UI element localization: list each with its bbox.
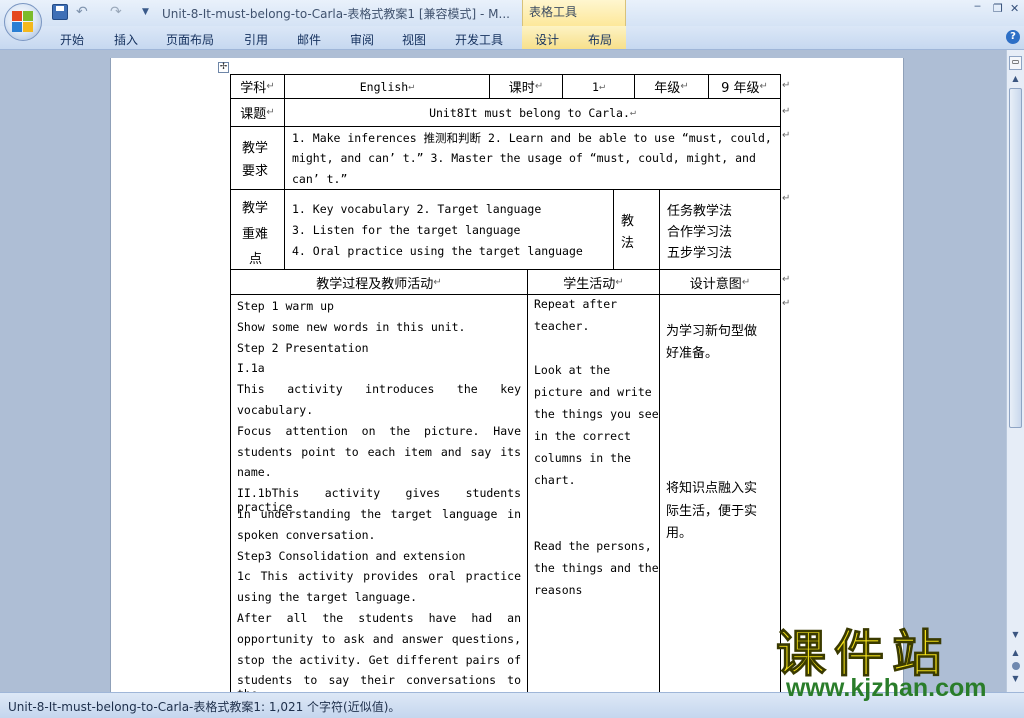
cell-line: reasons xyxy=(534,583,583,597)
cell-line: 将知识点融入实 xyxy=(666,481,758,496)
cell-line: Step 2 Presentation xyxy=(237,340,369,355)
office-button[interactable] xyxy=(4,3,42,41)
status-word-count[interactable]: Unit-8-It-must-belong-to-Carla-表格式教案1: 1… xyxy=(8,698,400,715)
row-end-mark: ↵ xyxy=(782,274,791,285)
cell-line: name. xyxy=(237,465,272,480)
cell-line: in the correct xyxy=(534,429,631,443)
tab-view[interactable]: 视图 xyxy=(402,31,426,48)
tab-table-layout[interactable]: 布局 xyxy=(574,26,626,49)
tab-page-layout[interactable]: 页面布局 xyxy=(166,31,214,48)
close-button[interactable]: ✕ xyxy=(1010,2,1019,15)
cell-line: Repeat after xyxy=(534,297,618,311)
keypoints-text[interactable]: 1. Key vocabulary 2. Target language 3. … xyxy=(284,189,614,270)
cell-line: I.1a xyxy=(237,361,265,376)
save-icon[interactable] xyxy=(52,4,68,20)
subject-label: 学科 ↵ xyxy=(230,74,285,99)
title-bar: ↶ ↷ ▼ Unit-8-It-must-belong-to-Carla-表格式… xyxy=(0,0,1024,26)
cell-line: Focus attention on the picture. Have xyxy=(237,423,521,438)
cell-line: vocabulary. xyxy=(237,403,314,417)
cell-line: This activity introduces the key xyxy=(237,382,521,397)
row-end-mark: ↵ xyxy=(782,130,791,141)
cell-line: columns in the xyxy=(534,451,631,465)
window-title: Unit-8-It-must-belong-to-Carla-表格式教案1 [兼… xyxy=(162,7,510,21)
cell-line: 好准备。 xyxy=(666,346,719,361)
row-end-mark: ↵ xyxy=(782,298,791,309)
keypoints-label: 教学 重难 点 xyxy=(230,189,285,270)
process-column[interactable]: Step 1 warm up Show some new words in thi… xyxy=(230,294,528,704)
grade-label: 年级 ↵ xyxy=(634,74,709,99)
header-process: 教学过程及教师活动 ↵ xyxy=(230,269,528,295)
table-tools-group-label: 表格工具 xyxy=(522,0,626,26)
restore-button[interactable]: ❐ xyxy=(993,2,1003,15)
cell-line: 1c This activity provides oral practice xyxy=(237,569,521,584)
method-list[interactable]: 任务教学法 合作学习法 五步学习法 xyxy=(659,189,781,270)
goals-text[interactable]: 1. Make inferences 推测和判断 2. Learn and be… xyxy=(284,126,781,190)
cell-line: chart. xyxy=(534,473,576,487)
watermark-url: www.kjzhan.com xyxy=(786,674,987,702)
cell-line: using the target language. xyxy=(237,590,418,605)
office-logo-icon xyxy=(12,11,34,33)
topic-value[interactable]: Unit8It must belong to Carla. ↵ xyxy=(284,98,781,127)
select-browse-object-icon[interactable] xyxy=(1012,662,1020,670)
header-design-intent: 设计意图 ↵ xyxy=(659,269,781,295)
cell-line: stop the activity. Get different pairs o… xyxy=(237,652,521,667)
row-end-mark: ↵ xyxy=(782,193,791,204)
cell-line: students point to each item and say its xyxy=(237,444,521,459)
scroll-up-icon[interactable]: ▲ xyxy=(1009,74,1022,87)
cell-line: Show some new words in this unit. xyxy=(237,319,466,334)
method-label: 教 法 xyxy=(613,189,660,270)
hours-label: 课时 ↵ xyxy=(489,74,563,99)
ribbon-tabs: 开始 插入 页面布局 引用 邮件 审阅 视图 开发工具 设计 布局 xyxy=(0,26,1024,50)
hours-value[interactable]: 1 ↵ xyxy=(562,74,635,99)
cell-line: picture and write xyxy=(534,385,652,399)
cell-line: 用。 xyxy=(666,526,693,541)
redo-icon[interactable]: ↷ xyxy=(110,4,122,20)
scroll-thumb[interactable] xyxy=(1009,88,1022,428)
grade-value[interactable]: 9 年级 ↵ xyxy=(708,74,781,99)
help-icon[interactable]: ? xyxy=(1006,30,1020,44)
row-end-mark: ↵ xyxy=(782,80,791,91)
qat-customize-icon[interactable]: ▼ xyxy=(142,4,149,20)
next-page-icon[interactable]: ▼ xyxy=(1009,674,1022,685)
cell-line: Look at the xyxy=(534,363,611,377)
cell-line: opportunity to ask and answer questions, xyxy=(237,631,521,646)
cell-line: Step 1 warm up xyxy=(237,299,334,313)
scroll-down-icon[interactable]: ▼ xyxy=(1009,630,1022,643)
previous-page-icon[interactable]: ▲ xyxy=(1009,648,1022,659)
cell-line: 为学习新句型做 xyxy=(666,323,758,339)
cell-line: spoken conversation. xyxy=(237,527,376,542)
student-activity-column[interactable]: Repeat after teacher. Look at the picture a… xyxy=(527,294,660,704)
tab-insert[interactable]: 插入 xyxy=(114,31,138,48)
header-student-activity: 学生活动 ↵ xyxy=(527,269,660,295)
topic-label: 课题 ↵ xyxy=(230,98,285,127)
tab-home[interactable]: 开始 xyxy=(60,31,84,48)
cell-line: teacher. xyxy=(534,319,590,333)
tab-review[interactable]: 审阅 xyxy=(350,31,374,48)
cell-line: Read the persons, xyxy=(534,539,652,553)
cell-line: the things and the xyxy=(534,561,659,575)
row-end-mark: ↵ xyxy=(782,106,791,117)
tab-table-design[interactable]: 设计 xyxy=(522,26,574,49)
cell-line: After all the students have had an xyxy=(237,611,521,625)
undo-icon[interactable]: ↶ xyxy=(76,4,88,20)
minimize-button[interactable]: ‒ xyxy=(974,0,981,12)
cell-line: in understanding the target language in xyxy=(237,507,521,521)
goals-label: 教学 要求 xyxy=(230,126,285,190)
tab-mailings[interactable]: 邮件 xyxy=(297,31,321,48)
tab-developer[interactable]: 开发工具 xyxy=(455,31,503,48)
table-move-handle-icon[interactable]: ✢ xyxy=(218,62,229,73)
cell-line: the things you see xyxy=(534,407,659,421)
tab-references[interactable]: 引用 xyxy=(244,31,268,48)
cell-line: Step3 Consolidation and extension xyxy=(237,548,466,563)
cell-line: 际生活，便于实 xyxy=(666,503,758,519)
design-intent-column[interactable]: 为学习新句型做 好准备。将知识点融入实 际生活，便于实 用。 xyxy=(659,294,781,704)
ruler-toggle-icon[interactable]: ▭ xyxy=(1009,56,1022,70)
subject-value[interactable]: English ↵ xyxy=(284,74,490,99)
vertical-scrollbar[interactable]: ▭ ▲ ▼ ▲ ▼ xyxy=(1006,50,1024,692)
